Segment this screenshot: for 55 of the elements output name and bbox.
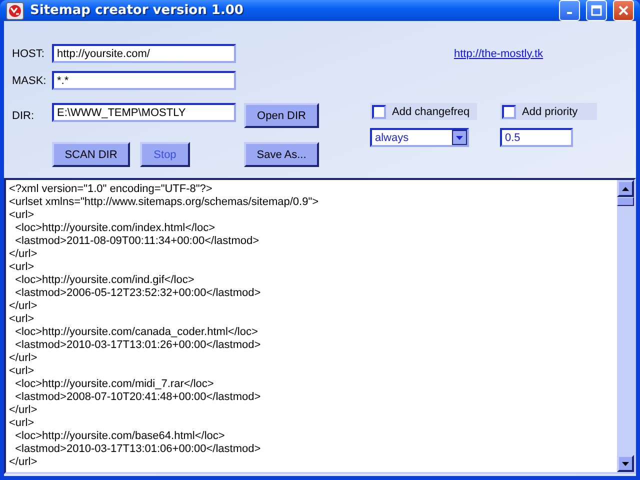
code-line: <?xml version="1.0" encoding="UTF-8"?>: [9, 183, 214, 196]
code-line: <urlset xmlns="http://www.sitemaps.org/schemas/sitemap/0.9">: [9, 196, 320, 209]
code-line: <url>: [9, 313, 36, 326]
vertical-scrollbar[interactable]: [617, 180, 634, 472]
field-label: MASK:: [12, 74, 48, 86]
code-line: </url>: [9, 248, 38, 261]
text-field[interactable]: http://yoursite.com/: [52, 44, 236, 63]
code-line: <url>: [9, 261, 36, 274]
checkbox-label: Add priority: [522, 106, 578, 118]
button[interactable]: Open DIR: [244, 103, 319, 128]
code-line: </url>: [9, 456, 38, 469]
dropdown-arrow-icon: [456, 136, 463, 140]
code-line: <url>: [9, 365, 36, 378]
down-arrow-icon: [622, 462, 629, 466]
code-line: <lastmod>2010-03-17T13:01:26+00:00</lastmod>: [14, 339, 262, 352]
code-line: <loc>http://yoursite.com/base64.html</loc>: [14, 430, 226, 443]
output-text-area[interactable]: [4, 178, 636, 474]
code-line: <lastmod>2006-05-12T23:52:32+00:00</lastmod>: [14, 287, 262, 300]
checkbox[interactable]: [502, 104, 516, 118]
field-label: DIR:: [12, 110, 35, 122]
code-line: </url>: [9, 352, 38, 365]
changefreq-dropdown[interactable]: always: [370, 128, 469, 147]
text-field[interactable]: E:\WWW_TEMP\MOSTLY: [52, 103, 236, 122]
scroll-down-button[interactable]: [617, 455, 634, 472]
code-line: <lastmod>2010-03-17T13:01:06+00:00</lastmod>: [14, 443, 262, 456]
code-line: <url>: [9, 209, 36, 222]
app-icon: [6, 2, 24, 20]
code-line: <loc>http://yoursite.com/ind.gif</loc>: [14, 274, 196, 287]
code-line: <loc>http://yoursite.com/index.html</loc>: [14, 222, 216, 235]
code-line: <url>: [9, 417, 36, 430]
button[interactable]: Save As...: [244, 142, 319, 167]
checkbox[interactable]: [372, 104, 386, 118]
code-line: <loc>http://yoursite.com/canada_coder.html</loc>: [14, 326, 259, 339]
checkbox-label: Add changefreq: [392, 106, 470, 118]
maximize-icon: [591, 5, 602, 16]
checkbox-option[interactable]: Add priority: [500, 103, 597, 120]
maximize-button[interactable]: [586, 0, 607, 21]
close-icon: [618, 5, 629, 16]
code-line: </url>: [9, 404, 38, 417]
text-field[interactable]: *.*: [52, 71, 236, 90]
close-button[interactable]: [613, 0, 634, 21]
checkbox-option[interactable]: Add changefreq: [370, 103, 477, 120]
code-line: <lastmod>2011-08-09T00:11:34+00:00</lastmod>: [14, 235, 260, 248]
field-label: HOST:: [12, 48, 46, 60]
window-title: Sitemap creator version 1.00: [30, 3, 244, 18]
priority-field[interactable]: 0.5: [500, 128, 573, 147]
code-line: <lastmod>2008-07-10T20:41:48+00:00</lastmod>: [14, 391, 262, 404]
minimize-button[interactable]: [559, 0, 580, 21]
scroll-thumb[interactable]: [617, 197, 634, 206]
website-link[interactable]: http://the-mostly.tk: [454, 48, 544, 60]
button[interactable]: SCAN DIR: [52, 142, 130, 167]
code-line: </url>: [9, 300, 38, 313]
scroll-up-button[interactable]: [617, 180, 634, 197]
up-arrow-icon: [622, 186, 629, 190]
code-line: <loc>http://yoursite.com/midi_7.rar</loc>: [14, 378, 215, 391]
